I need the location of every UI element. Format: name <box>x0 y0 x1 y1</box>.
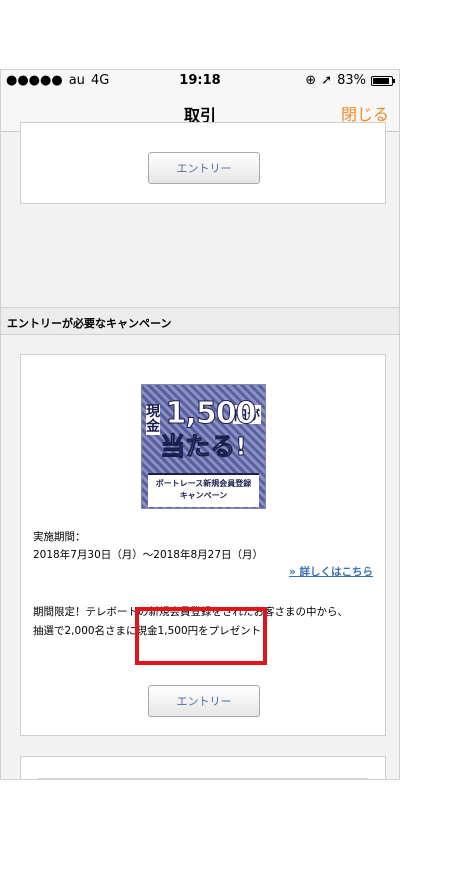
status-right: ⊕ ➚ 83% <box>305 73 395 88</box>
period-value: 2018年7月30日（月）〜2018年8月27日（月） <box>33 549 264 561</box>
section-header: エントリーが必要なキャンペーン <box>1 307 399 335</box>
highlight-box <box>135 607 267 665</box>
banner-caption: ボートレース新規会員登録 キャンペーン <box>148 473 259 507</box>
period-label: 実施期間： <box>33 531 86 543</box>
battery-percent: 83% <box>337 73 366 88</box>
campaign-banner[interactable]: 現金 円が 1,500 当たる! ボートレース新規会員登録 キャンペーン <box>141 384 266 509</box>
next-card-image-placeholder <box>38 778 368 779</box>
entry-button-campaign[interactable]: エントリー <box>148 685 260 717</box>
banner-caption-line1: ボートレース新規会員登録 <box>155 479 252 488</box>
banner-caption-line2: キャンペーン <box>179 491 228 500</box>
top-entry-card: エントリー <box>20 122 386 204</box>
content-scroll[interactable]: エントリー エントリーが必要なキャンペーン 現金 円が 1,500 当たる! ボ… <box>1 122 399 779</box>
next-card <box>20 756 386 779</box>
entry-button-top[interactable]: エントリー <box>148 152 260 184</box>
banner-amount: 1,500 <box>165 395 257 431</box>
campaign-card: 現金 円が 1,500 当たる! ボートレース新規会員登録 キャンペーン 実施期… <box>20 354 386 736</box>
rotation-lock-icon: ⊕ <box>305 73 317 88</box>
banner-line2: 当たる! <box>160 431 247 461</box>
banner-main: 1,500 当たる! <box>142 389 265 469</box>
location-arrow-icon: ➚ <box>321 73 333 88</box>
status-bar: ●●●●● au 4G 19:18 ⊕ ➚ 83% <box>1 70 399 92</box>
detail-link[interactable]: » 詳しくはこちら <box>289 564 373 579</box>
battery-icon <box>371 75 395 86</box>
phone-frame: ●●●●● au 4G 19:18 ⊕ ➚ 83% 取引 閉じる エントリー エ… <box>0 69 400 780</box>
